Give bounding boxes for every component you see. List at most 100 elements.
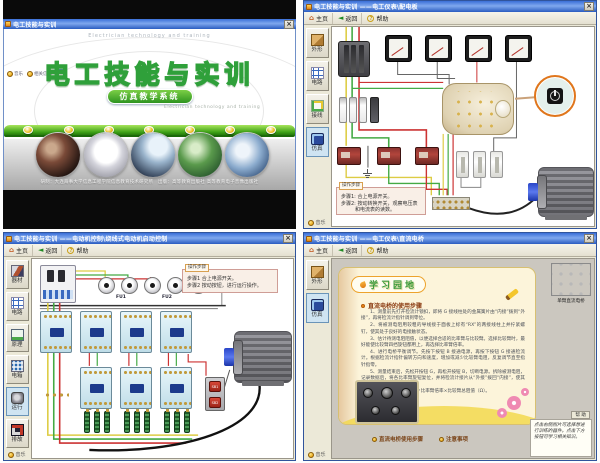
english-title-top: Electrician technology and training [4, 33, 295, 39]
starting-resistor [94, 411, 100, 433]
simulation-area: FU1 FU2 SB1 SB2 [31, 258, 294, 459]
fuse-block[interactable] [370, 97, 379, 123]
sidebar-button-equipment[interactable]: 器材 [6, 260, 29, 289]
simulation-area: 操作步骤 步骤1: 合上电源开关。 步骤2: 按动转换开关，观察电压表 和电流表… [331, 26, 595, 227]
sidebar: 器材 电路 原理 电箱 运行 排故 音乐 [4, 257, 30, 460]
help-button[interactable]: ?帮助 [365, 13, 392, 24]
main-breaker[interactable] [338, 41, 370, 77]
step-paragraph: 3、估计待测电阻阻值，以便选择合适的比率臂与比较臂。选择比较臂时，最好能使比较臂… [361, 337, 525, 349]
photo-components[interactable] [225, 133, 269, 177]
fuse-link[interactable] [490, 151, 503, 178]
ground-symbol [362, 169, 374, 179]
menu-oval-button[interactable] [23, 126, 33, 134]
meter-2 [425, 35, 452, 62]
titlebar[interactable]: 电工技能与实训 ——电动机控制\绕线式电动机启动控制 × [4, 233, 295, 244]
english-title-side: Electrician technology and training [164, 105, 260, 110]
photo-motor[interactable] [178, 133, 222, 177]
home-label: 主页 [316, 246, 328, 255]
fuse-cartridge[interactable] [349, 97, 357, 123]
learning-banner: 学习园地 [351, 276, 426, 293]
sidebar-button-run[interactable]: 运行 [6, 387, 29, 416]
sidebar-button-principle[interactable]: 原理 [6, 324, 29, 353]
dc-bridge-window: 电工技能与实训 ——电工仪表\直流电桥 × ⌂主页 ◄返回 ?帮助 外形 仿真 … [303, 232, 597, 461]
titlebar[interactable]: 电工技能与实训 × [3, 19, 296, 29]
sidebar-button-panel[interactable]: 电箱 [6, 355, 29, 384]
titlebar[interactable]: 电工技能与实训 ——电工仪表\配电板 × [304, 1, 596, 12]
home-button[interactable]: ⌂主页 [7, 245, 33, 256]
music-button[interactable]: 音乐 [8, 451, 25, 458]
back-button[interactable]: ◄返回 [36, 245, 62, 256]
titlebar[interactable]: 电工技能与实训 ——电工仪表\直流电桥 × [304, 233, 596, 244]
window-title: 电工技能与实训 ——电工仪表\直流电桥 [314, 234, 582, 243]
close-icon[interactable]: × [584, 234, 594, 243]
splash-content: Electrician technology and training 音乐 相… [3, 29, 296, 190]
stop-button[interactable]: SB2 [209, 397, 221, 408]
menu-oval-button[interactable] [266, 126, 276, 134]
operation-steps-box: 操作步骤 步骤1: 合上电源开关。 步骤2: 按动转换开关，观察电压表 和电流表… [336, 187, 426, 215]
close-icon[interactable]: × [584, 2, 594, 11]
transfer-switch[interactable] [442, 83, 514, 135]
home-button[interactable]: ⌂主页 [307, 13, 333, 24]
main-breaker[interactable] [40, 265, 76, 303]
music-button[interactable]: 音乐 [308, 451, 325, 458]
back-icon: ◄ [338, 247, 343, 254]
help-tab: 帮 助 [571, 411, 590, 419]
sidebar-button-troubleshoot[interactable]: 排故 [6, 419, 29, 448]
learning-title: 学习园地 [369, 278, 417, 291]
device-thumbnail-wrap: 单臂直流电桥 [548, 263, 594, 304]
music-icon [308, 220, 314, 226]
operation-steps-box: 操作步骤 步骤1 合上电源开关。 步骤2 按动按钮，进行运行操作。 [182, 269, 278, 293]
help-text-box: 点击右侧图片可选择想进行训练的器件。点击下方按钮可学习相关知识。 [530, 419, 592, 457]
toolbar: ⌂主页 ◄返回 ?帮助 [304, 244, 596, 257]
music-button[interactable]: 音乐 [308, 219, 325, 226]
round-fuse[interactable] [98, 277, 115, 294]
panel-board-window: 电工技能与实训 ——电工仪表\配电板 × ⌂主页 ◄返回 ?帮助 外形 电路 接… [303, 0, 597, 229]
bullet-icon [439, 437, 444, 442]
menu-oval-button[interactable] [64, 126, 74, 134]
close-icon[interactable]: × [283, 234, 293, 243]
back-button[interactable]: ◄返回 [336, 13, 362, 24]
sidebar-button-appearance[interactable]: 外形 [306, 260, 329, 290]
round-fuse[interactable] [144, 277, 161, 294]
help-button[interactable]: ?帮助 [65, 245, 92, 256]
starting-resistor [164, 411, 170, 433]
photo-wires[interactable] [36, 133, 80, 177]
photo-meter[interactable] [84, 133, 128, 177]
subtitle-badge: 仿真教学系统 [107, 89, 193, 104]
app-icon [5, 21, 11, 27]
sidebar-button-wiring[interactable]: 接线 [306, 94, 329, 124]
link-precautions[interactable]: 注意事项 [439, 435, 468, 443]
contactor [80, 367, 112, 409]
help-icon: ? [367, 15, 374, 22]
menu-oval-button[interactable] [225, 126, 235, 134]
back-button[interactable]: ◄返回 [336, 245, 362, 256]
bridge-thumbnail[interactable] [551, 263, 591, 296]
home-button[interactable]: ⌂主页 [307, 245, 333, 256]
sidebar-button-circuit[interactable]: 电路 [6, 292, 29, 321]
step-paragraph: 4、进行电桥平衡调节。先按下按钮 B 接通电源，再按下按钮 G 接通检流计。根据… [361, 350, 525, 369]
music-icon [8, 452, 14, 458]
fuse-cartridge[interactable] [359, 97, 367, 123]
sidebar-button-simulation[interactable]: 仿真 [306, 293, 329, 323]
fuse-link[interactable] [456, 151, 469, 178]
photo-device[interactable] [131, 133, 175, 177]
splash-screen: 电工技能与实训 × Electrician technology and tra… [3, 0, 296, 229]
start-button[interactable]: SB1 [209, 381, 221, 392]
help-button[interactable]: ?帮助 [365, 245, 392, 256]
back-icon: ◄ [38, 247, 43, 254]
magnifier-circle[interactable] [534, 75, 576, 117]
sidebar-button-appearance[interactable]: 外形 [306, 28, 329, 58]
close-icon[interactable]: × [284, 20, 294, 29]
sidebar-button-circuit[interactable]: 电路 [306, 61, 329, 91]
round-fuse[interactable] [121, 277, 138, 294]
sidebar-button-simulation[interactable]: 仿真 [306, 127, 329, 157]
knife-switch[interactable] [42, 387, 69, 399]
link-usage-steps[interactable]: 直流电桥使用步骤 [372, 435, 423, 443]
fuse-link[interactable] [473, 151, 486, 178]
motor [538, 167, 594, 217]
wiring-icon [311, 100, 324, 112]
equipment-icon [11, 265, 24, 277]
contactor [120, 367, 152, 409]
help-label: 帮助 [376, 14, 388, 23]
fuse-cartridge[interactable] [339, 97, 347, 123]
